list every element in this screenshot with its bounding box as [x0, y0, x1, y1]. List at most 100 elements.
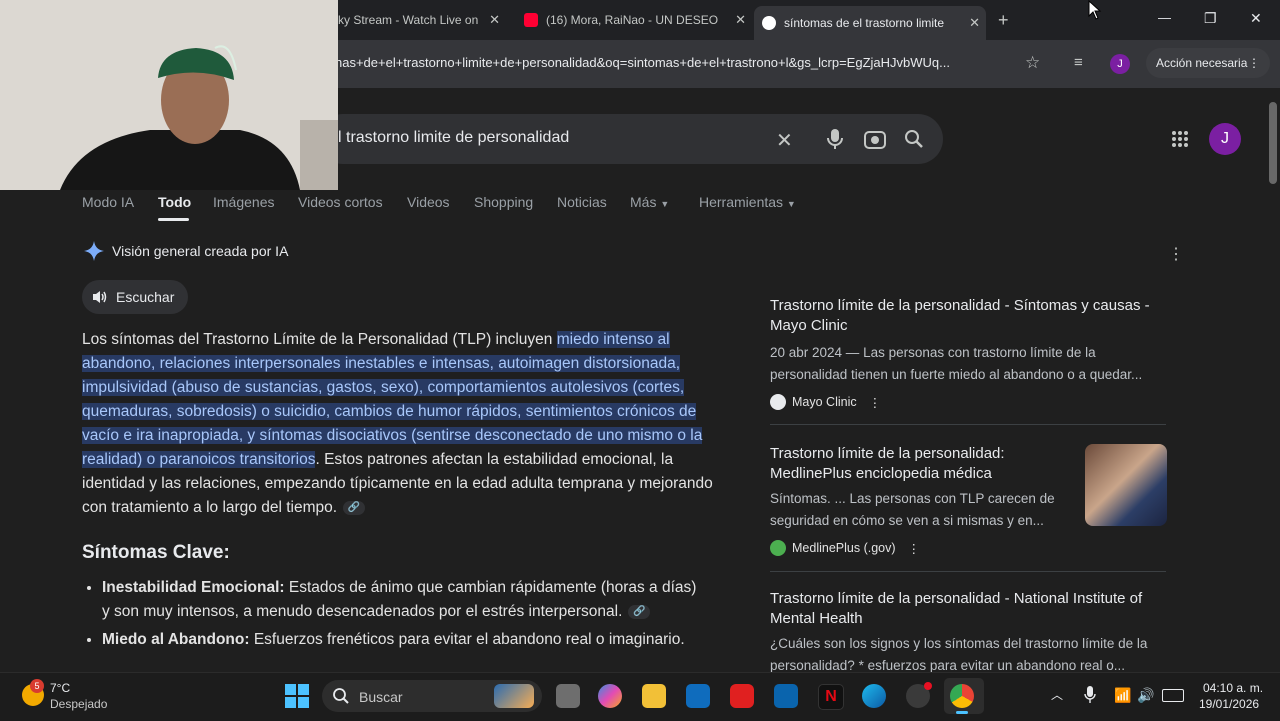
- divider: [770, 571, 1166, 572]
- source-name: Mayo Clinic: [792, 395, 857, 409]
- tab-title: ky Stream - Watch Live on: [338, 13, 479, 27]
- card-source: MedlinePlus (.gov) ⋮: [770, 540, 1070, 556]
- card-snippet: Síntomas. ... Las personas con TLP carec…: [770, 491, 1055, 528]
- close-icon[interactable]: ✕: [489, 12, 500, 28]
- address-bar[interactable]: nas+de+el+trastorno+limite+de+personalid…: [335, 48, 1025, 78]
- symptoms-list: Inestabilidad Emocional: Estados de ánim…: [82, 576, 702, 656]
- mouse-cursor-icon: [1088, 0, 1102, 20]
- edge-icon[interactable]: [862, 684, 886, 708]
- ai-overview-paragraph: Los síntomas del Trastorno Límite de la …: [82, 328, 714, 520]
- action-needed-button[interactable]: Acción necesaria ⋮: [1146, 48, 1270, 78]
- highlighted-text[interactable]: miedo intenso al abandono, relaciones in…: [82, 331, 703, 468]
- chrome-icon[interactable]: [950, 684, 974, 708]
- weather-desc[interactable]: Despejado: [50, 697, 107, 711]
- weather-badge: 5: [30, 679, 44, 693]
- scrollbar-thumb[interactable]: [1269, 102, 1277, 184]
- mayo-clinic-icon: [770, 394, 786, 410]
- copilot-icon[interactable]: [598, 684, 622, 708]
- listen-label: Escuchar: [116, 289, 175, 305]
- tab-title: (16) Mora, RaiNao - UN DESEO: [546, 13, 719, 27]
- youtube-icon: [524, 13, 538, 27]
- volume-icon[interactable]: 🔊: [1137, 687, 1154, 704]
- reading-list-icon[interactable]: ≡: [1074, 54, 1083, 71]
- tab-title: síntomas de el trastorno limite: [784, 16, 945, 30]
- microphone-icon[interactable]: [1084, 686, 1096, 704]
- apps-grid-icon[interactable]: [1171, 130, 1189, 148]
- more-options-icon[interactable]: ⋮: [1168, 244, 1184, 264]
- chevron-up-icon[interactable]: ︿: [1051, 686, 1063, 703]
- list-item: Inestabilidad Emocional: Estados de ánim…: [102, 576, 702, 624]
- tab-todo[interactable]: Todo: [158, 194, 191, 210]
- caret-down-icon: ▼: [786, 199, 796, 209]
- card-title[interactable]: Trastorno límite de la personalidad - Sí…: [770, 296, 1168, 336]
- caret-down-icon: ▼: [660, 199, 670, 209]
- tab-mas-label: Más: [630, 194, 657, 210]
- tab-stream[interactable]: ky Stream - Watch Live on ✕: [338, 6, 506, 34]
- file-explorer-icon[interactable]: [642, 684, 666, 708]
- ai-overview-title: Visión general creada por IA: [112, 243, 289, 259]
- google-icon: [762, 16, 776, 30]
- task-view-icon[interactable]: [556, 684, 580, 708]
- bookmark-star-icon[interactable]: ☆: [1025, 53, 1040, 73]
- source-card-medlineplus[interactable]: Trastorno límite de la personalidad: Med…: [770, 444, 1070, 556]
- active-tab-indicator: [158, 218, 189, 221]
- more-vert-icon: ⋮: [1248, 56, 1260, 70]
- tab-herramientas[interactable]: Herramientas ▼: [699, 194, 796, 210]
- tab-imagenes[interactable]: Imágenes: [213, 194, 274, 210]
- wifi-icon[interactable]: 📶: [1114, 687, 1131, 704]
- active-app-indicator: [956, 711, 968, 714]
- search-query[interactable]: l trastorno limite de personalidad: [338, 129, 569, 147]
- tab-mas[interactable]: Más ▼: [630, 194, 669, 210]
- clock-time[interactable]: 04:10 a. m.: [1203, 681, 1263, 695]
- netflix-icon[interactable]: N: [818, 684, 844, 710]
- source-name: MedlinePlus (.gov): [792, 541, 896, 555]
- link-icon[interactable]: 🔗: [343, 500, 366, 515]
- link-icon[interactable]: 🔗: [628, 604, 651, 619]
- list-item: Miedo al Abandono: Esfuerzos frenéticos …: [102, 628, 702, 652]
- bullet-text: Esfuerzos frenéticos para evitar el aban…: [249, 631, 685, 648]
- tab-noticias[interactable]: Noticias: [557, 194, 607, 210]
- tab-videos[interactable]: Videos: [407, 194, 450, 210]
- more-options-icon[interactable]: ⋮: [908, 541, 921, 556]
- lens-icon[interactable]: [864, 129, 886, 149]
- maximize-button[interactable]: ❐: [1204, 10, 1217, 27]
- tab-videos-cortos[interactable]: Videos cortos: [298, 194, 383, 210]
- close-icon[interactable]: ✕: [735, 12, 746, 28]
- minimize-button[interactable]: —: [1158, 10, 1171, 25]
- source-card-nimh[interactable]: Trastorno límite de la personalidad - Na…: [770, 589, 1168, 672]
- search-highlight-icon: [494, 684, 534, 708]
- profile-avatar[interactable]: J: [1110, 54, 1130, 74]
- outlook-new-icon[interactable]: [686, 684, 710, 708]
- close-window-button[interactable]: ✕: [1250, 10, 1262, 27]
- card-title[interactable]: Trastorno límite de la personalidad - Na…: [770, 589, 1168, 629]
- clear-icon[interactable]: ✕: [776, 128, 793, 153]
- weather-temp[interactable]: 7°C: [50, 681, 70, 695]
- recording-dot-icon: [924, 682, 932, 690]
- outlook-icon[interactable]: [774, 684, 798, 708]
- account-avatar[interactable]: J: [1209, 123, 1241, 155]
- tab-google-active[interactable]: síntomas de el trastorno limite ✕: [754, 6, 986, 40]
- card-snippet: ¿Cuáles son los signos y los síntomas de…: [770, 636, 1148, 672]
- clock-date[interactable]: 19/01/2026: [1199, 697, 1259, 711]
- divider: [770, 424, 1166, 425]
- tab-youtube[interactable]: (16) Mora, RaiNao - UN DESEO ✕: [518, 6, 752, 34]
- more-options-icon[interactable]: ⋮: [869, 395, 882, 410]
- youtube-app-icon[interactable]: [730, 684, 754, 708]
- card-title[interactable]: Trastorno límite de la personalidad: Med…: [770, 444, 1070, 484]
- tab-herramientas-label: Herramientas: [699, 194, 784, 210]
- new-tab-button[interactable]: +: [998, 10, 1009, 31]
- tab-shopping[interactable]: Shopping: [474, 194, 533, 210]
- battery-icon[interactable]: [1162, 689, 1184, 702]
- microphone-icon[interactable]: [826, 128, 844, 150]
- bullet-label: Inestabilidad Emocional:: [102, 579, 285, 596]
- source-card-mayo[interactable]: Trastorno límite de la personalidad - Sí…: [770, 296, 1168, 410]
- thumbnail-image[interactable]: [1085, 444, 1167, 526]
- close-icon[interactable]: ✕: [969, 15, 980, 31]
- key-symptoms-heading: Síntomas Clave:: [82, 542, 230, 563]
- webcam-person-image: [0, 0, 338, 190]
- tab-modo-ia[interactable]: Modo IA: [82, 194, 134, 210]
- card-source: Mayo Clinic ⋮: [770, 394, 1168, 410]
- card-snippet: 20 abr 2024 — Las personas con trastorno…: [770, 345, 1143, 382]
- search-icon[interactable]: [904, 129, 924, 149]
- windows-start-icon[interactable]: [285, 684, 309, 708]
